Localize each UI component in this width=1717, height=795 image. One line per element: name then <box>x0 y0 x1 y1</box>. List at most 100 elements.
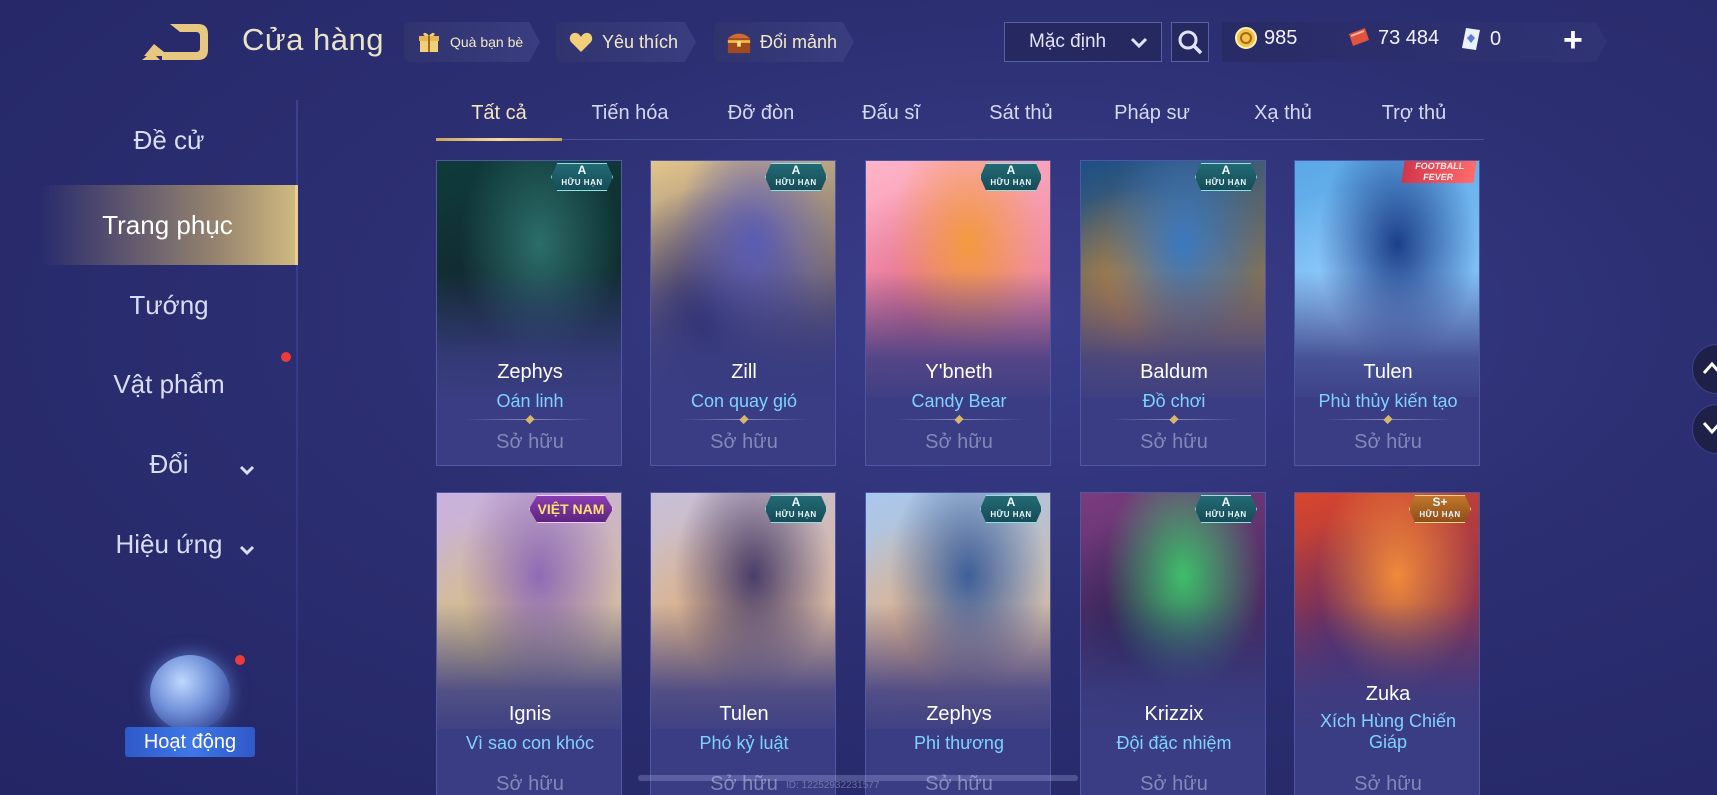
favorites-button[interactable]: Yêu thích <box>556 22 696 62</box>
skin-name: Candy Bear <box>911 391 1007 411</box>
rank-badge: S+ HỮU HẠN <box>1409 495 1471 523</box>
hero-name: Tulen <box>1363 361 1413 383</box>
sidebar-item-heroes[interactable]: Tướng <box>40 265 298 345</box>
skin-card[interactable]: A HỮU HẠN Zephys Phi thương Sở hữu <box>865 492 1051 795</box>
page-title: Cửa hàng <box>242 22 384 57</box>
owned-status: Sở hữu <box>710 431 778 453</box>
voucher-amount: 73 484 <box>1378 26 1440 49</box>
tab-support[interactable]: Trợ thủ <box>1350 102 1478 125</box>
rank-badge: A HỮU HẠN <box>980 163 1042 191</box>
diamond-card-icon <box>1462 28 1480 50</box>
activity-orb-icon <box>150 655 230 731</box>
active-tab-indicator <box>436 138 562 141</box>
sidebar-item-label: Hiệu ứng <box>115 528 223 559</box>
scroll-down-button[interactable] <box>1692 404 1717 454</box>
sidebar-item-skins[interactable]: Trang phục <box>40 185 298 265</box>
hero-name: Zephys <box>926 703 992 725</box>
skin-name: Phi thương <box>914 733 1004 753</box>
skin-name: Oán linh <box>496 391 564 411</box>
tab-evolution[interactable]: Tiến hóa <box>566 102 694 125</box>
rank-badge: A HỮU HẠN <box>980 495 1042 523</box>
heart-icon <box>568 29 594 55</box>
chevron-down-icon <box>238 534 256 565</box>
skin-card[interactable]: FOOTBALL FEVER Tulen Phù thủy kiến tạo S… <box>1294 160 1480 466</box>
skin-card[interactable]: S+ HỮU HẠN Zuka Xích Hùng Chiến Giáp Sở h… <box>1294 492 1480 795</box>
sidebar-item-label: Vật phẩm <box>113 368 225 399</box>
event-badge: VIỆT NAM <box>529 495 613 523</box>
hero-name: Baldum <box>1140 361 1208 383</box>
top-bar: Cửa hàng Quà bạn bè Yêu thích Đổi mảnh M… <box>0 0 1717 84</box>
scroll-up-button[interactable] <box>1692 344 1717 394</box>
exchange-shards-button[interactable]: Đổi mảnh <box>714 22 854 62</box>
sidebar-item-label: Trang phục <box>102 209 233 240</box>
chevron-up-icon <box>1702 361 1717 374</box>
owned-status: Sở hữu <box>1354 431 1422 453</box>
gold-coin-icon <box>1235 27 1257 49</box>
owned-status: Sở hữu <box>496 773 564 795</box>
search-button[interactable] <box>1171 22 1209 62</box>
sidebar-item-label: Đề cử <box>133 124 205 155</box>
owned-status: Sở hữu <box>1140 773 1208 795</box>
gift-icon <box>416 29 442 55</box>
activity-button[interactable]: Hoạt động <box>125 655 255 765</box>
tab-all[interactable]: Tất cả <box>436 102 562 125</box>
tab-mage[interactable]: Pháp sư <box>1088 102 1216 125</box>
skin-name: Vì sao con khóc <box>465 733 595 753</box>
voucher-icon <box>1349 28 1369 46</box>
tab-marksman[interactable]: Xạ thủ <box>1220 102 1346 125</box>
skin-card[interactable]: A HỮU HẠN Tulen Phó kỷ luật Sở hữu <box>650 492 836 795</box>
skin-card[interactable]: VIỆT NAM Ignis Vì sao con khóc Sở hữu <box>436 492 622 795</box>
tab-tank[interactable]: Đỡ đòn <box>698 102 824 125</box>
diamond-currency: 0 <box>1460 26 1501 52</box>
sidebar-item-label: Tướng <box>129 289 209 320</box>
skin-name: Xích Hùng Chiến Giáp <box>1319 711 1457 752</box>
favorites-label: Yêu thích <box>602 31 679 52</box>
tab-assassin[interactable]: Sát thủ <box>958 102 1084 125</box>
hero-name: Zuka <box>1365 683 1411 705</box>
skin-name: Phó kỷ luật <box>699 733 789 753</box>
back-icon <box>142 24 208 60</box>
hero-name: Krizzix <box>1144 703 1204 725</box>
rank-badge: A HỮU HẠN <box>551 163 613 191</box>
chevron-down-icon <box>238 454 256 485</box>
sidebar-item-effects[interactable]: Hiệu ứng <box>40 504 298 584</box>
hero-name: Y'bneth <box>925 361 993 383</box>
tab-fighter[interactable]: Đấu sĩ <box>828 102 954 125</box>
friend-gift-button[interactable]: Quà bạn bè <box>404 22 540 62</box>
skin-name: Con quay gió <box>690 391 798 411</box>
skin-card[interactable]: A HỮU HẠN Zephys Oán linh Sở hữu <box>436 160 622 466</box>
event-badge: FOOTBALL FEVER <box>1401 161 1477 183</box>
chevron-down-icon <box>1129 33 1149 59</box>
owned-status: Sở hữu <box>1140 431 1208 453</box>
diamond-amount: 0 <box>1490 27 1502 50</box>
sort-dropdown[interactable]: Mặc định <box>1004 22 1162 62</box>
rank-badge: A HỮU HẠN <box>765 163 827 191</box>
friend-gift-label: Quà bạn bè <box>450 34 524 50</box>
skin-card[interactable]: A HỮU HẠN Baldum Đồ chơi Sở hữu <box>1080 160 1266 466</box>
hero-name: Zephys <box>497 361 563 383</box>
sidebar-item-label: Đổi <box>149 448 189 479</box>
skin-card[interactable]: A HỮU HẠN Y'bneth Candy Bear Sở hữu <box>865 160 1051 466</box>
gold-amount: 985 <box>1264 26 1298 49</box>
hero-name: Tulen <box>719 703 769 725</box>
rank-badge: A HỮU HẠN <box>765 495 827 523</box>
owned-status: Sở hữu <box>1354 773 1422 795</box>
skin-card[interactable]: A HỮU HẠN Krizzix Đội đặc nhiệm Sở hữu <box>1080 492 1266 795</box>
sidebar-item-recommended[interactable]: Đề cử <box>40 100 298 180</box>
chest-icon <box>726 29 752 55</box>
skin-card[interactable]: A HỮU HẠN Zill Con quay gió Sở hữu <box>650 160 836 466</box>
back-button[interactable] <box>140 22 212 62</box>
sidebar-item-exchange[interactable]: Đổi <box>40 424 298 504</box>
skin-name: Đồ chơi <box>1142 391 1206 411</box>
owned-status: Sở hữu <box>925 431 993 453</box>
owned-status: Sở hữu <box>496 431 564 453</box>
notification-dot <box>235 655 245 665</box>
sidebar-item-items[interactable]: Vật phẩm <box>40 344 298 424</box>
hero-name: Zill <box>731 361 757 383</box>
chevron-down-icon <box>1702 422 1717 435</box>
gold-currency: 985 <box>1234 26 1297 50</box>
search-icon <box>1178 30 1203 55</box>
skin-grid: A HỮU HẠN Zephys Oán linh Sở hữu A HỮU HẠN… <box>436 160 1484 795</box>
add-currency-button[interactable]: + <box>1563 22 1583 58</box>
activity-label: Hoạt động <box>125 727 255 757</box>
